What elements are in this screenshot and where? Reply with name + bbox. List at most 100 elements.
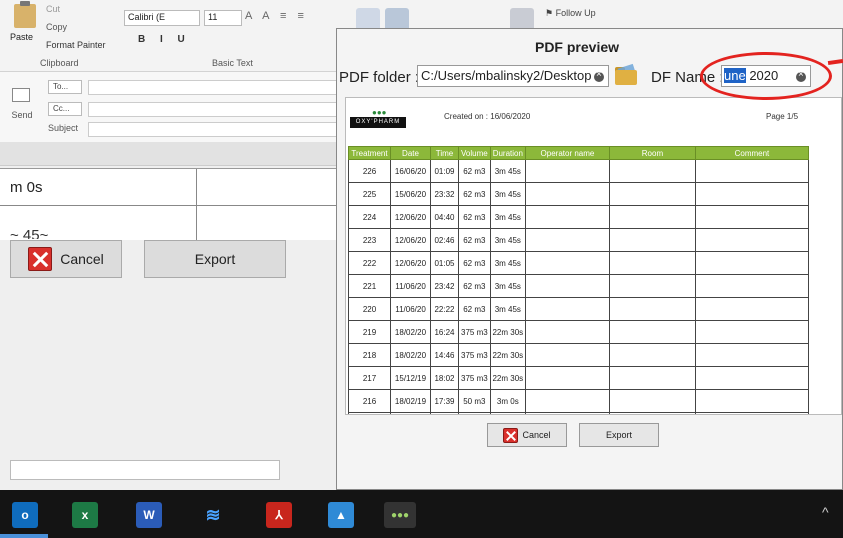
table-cell <box>608 228 696 252</box>
annotation-circle <box>700 52 832 100</box>
grid-divider <box>0 205 336 206</box>
table-cell <box>608 320 696 344</box>
table-cell: 375 m3 <box>458 320 491 344</box>
table-cell <box>694 274 809 298</box>
follow-up-button[interactable]: ⚑ Follow Up <box>545 8 596 19</box>
acrobat-icon[interactable]: ⅄ <box>266 502 292 528</box>
copy-button[interactable]: Copy <box>46 22 67 32</box>
table-cell: 11/06/20 <box>390 274 431 298</box>
pdf-folder-label: PDF folder : <box>339 69 420 86</box>
treatment-table: Treatment Date Time Volume Duration Operator … <box>348 146 809 414</box>
table-row: 222 12/06/20 01:05 62 m3 3m 45s <box>348 251 809 275</box>
word-letter: W <box>143 508 155 522</box>
cc-field[interactable] <box>88 102 338 117</box>
background-grid: m 0s ~ 45~ <box>0 168 336 241</box>
table-cell: 62 m3 <box>458 274 491 298</box>
table-cell: 18/02/20 <box>390 320 431 344</box>
excel-icon[interactable]: x <box>72 502 98 528</box>
table-cell: 02:46 <box>430 228 459 252</box>
close-icon <box>503 427 519 443</box>
word-icon[interactable]: W <box>136 502 162 528</box>
clear-folder-icon[interactable] <box>594 69 604 82</box>
table-cell <box>608 297 696 321</box>
table-cell: 04:40 <box>430 205 459 229</box>
column-header: Duration <box>489 146 526 160</box>
table-cell: 3m 45s <box>489 251 526 275</box>
outlook-letter: o <box>21 508 29 522</box>
table-cell: 223 <box>348 228 391 252</box>
export-button[interactable]: Export <box>144 240 286 278</box>
follow-up-label: Follow Up <box>555 8 596 18</box>
cut-button[interactable]: Cut <box>46 4 60 14</box>
table-cell: 22m 30s <box>489 320 526 344</box>
taskbar: o x W ≋ ⅄ ▲ ●●● ^ <box>0 490 843 538</box>
subject-field[interactable] <box>88 122 338 137</box>
oxypharm-app-icon[interactable]: ●●● <box>384 502 416 528</box>
format-painter-button[interactable]: Format Painter <box>46 40 106 50</box>
active-indicator <box>0 534 48 538</box>
table-cell <box>694 366 809 390</box>
table-cell <box>524 389 610 413</box>
format-buttons[interactable]: B I U <box>138 34 191 45</box>
table-cell <box>694 251 809 275</box>
font-name-select[interactable]: Calibri (E <box>124 10 200 26</box>
cancel-button[interactable]: Cancel <box>10 240 122 278</box>
dialog-cancel-button[interactable]: Cancel <box>487 423 567 447</box>
table-cell: 220 <box>348 297 391 321</box>
status-field[interactable] <box>10 460 280 480</box>
paste-icon <box>14 1 36 28</box>
table-cell <box>694 320 809 344</box>
cc-button[interactable]: Cc... <box>48 102 82 116</box>
table-cell: 18/02/19 <box>390 389 431 413</box>
column-header: Date <box>390 146 431 160</box>
table-cell: 12/06/20 <box>390 228 431 252</box>
table-cell: 3m 45s <box>489 182 526 206</box>
pdf-page-preview: ●●● OXY'PHARM Created on : 16/06/2020 Pa… <box>345 97 842 415</box>
table-cell: 11/06/20 <box>390 297 431 321</box>
clipboard-group-label: Clipboard <box>40 58 79 68</box>
table-row: 219 18/02/20 16:24 375 m3 22m 30s <box>348 320 809 344</box>
panel-header <box>0 142 336 166</box>
paste-button[interactable]: Paste <box>10 1 44 42</box>
chevron-up-icon[interactable]: ^ <box>822 504 829 520</box>
paragraph-buttons[interactable]: A A ≡ ≡ <box>245 10 308 22</box>
logo-text: OXY'PHARM <box>350 117 406 128</box>
table-cell: 62 m3 <box>458 251 491 275</box>
table-cell: 17:39 <box>430 389 459 413</box>
send-envelope-icon <box>12 88 30 102</box>
table-cell: 3m 45s <box>489 159 526 183</box>
send-button[interactable]: Send <box>8 80 36 134</box>
photos-icon[interactable]: ▲ <box>328 502 354 528</box>
table-cell <box>694 205 809 229</box>
table-header-row: Treatment Date Time Volume Duration Operator … <box>348 146 809 160</box>
table-cell: 18/02/20 <box>390 343 431 367</box>
table-cell: 62 m3 <box>458 228 491 252</box>
excel-letter: x <box>81 508 89 522</box>
table-cell <box>524 251 610 275</box>
table-cell <box>524 205 610 229</box>
to-button[interactable]: To... <box>48 80 82 94</box>
to-field[interactable] <box>88 80 338 95</box>
table-cell <box>694 343 809 367</box>
outlook-icon[interactable]: o <box>12 502 38 528</box>
table-cell <box>524 159 610 183</box>
browse-folder-icon[interactable] <box>615 63 639 86</box>
table-cell <box>608 389 696 413</box>
background-app-panel: m 0s ~ 45~ Cancel Export <box>0 142 336 490</box>
table-cell <box>694 389 809 413</box>
pdf-folder-input[interactable]: C:/Users/mbalinsky2/Desktop <box>417 65 609 87</box>
wifi-icon[interactable]: ≋ <box>200 502 226 528</box>
table-cell <box>608 366 696 390</box>
table-cell: 50 m3 <box>458 389 491 413</box>
dialog-export-button[interactable]: Export <box>579 423 659 447</box>
table-cell: 224 <box>348 205 391 229</box>
table-cell <box>608 159 696 183</box>
table-row: 224 12/06/20 04:40 62 m3 3m 45s <box>348 205 809 229</box>
font-size-select[interactable]: 11 <box>204 10 242 26</box>
table-cell <box>524 297 610 321</box>
table-cell <box>608 205 696 229</box>
table-cell: 62 m3 <box>458 297 491 321</box>
table-row: 223 12/06/20 02:46 62 m3 3m 45s <box>348 228 809 252</box>
table-cell: 3m 45s <box>489 274 526 298</box>
basic-text-group-label: Basic Text <box>212 58 253 68</box>
